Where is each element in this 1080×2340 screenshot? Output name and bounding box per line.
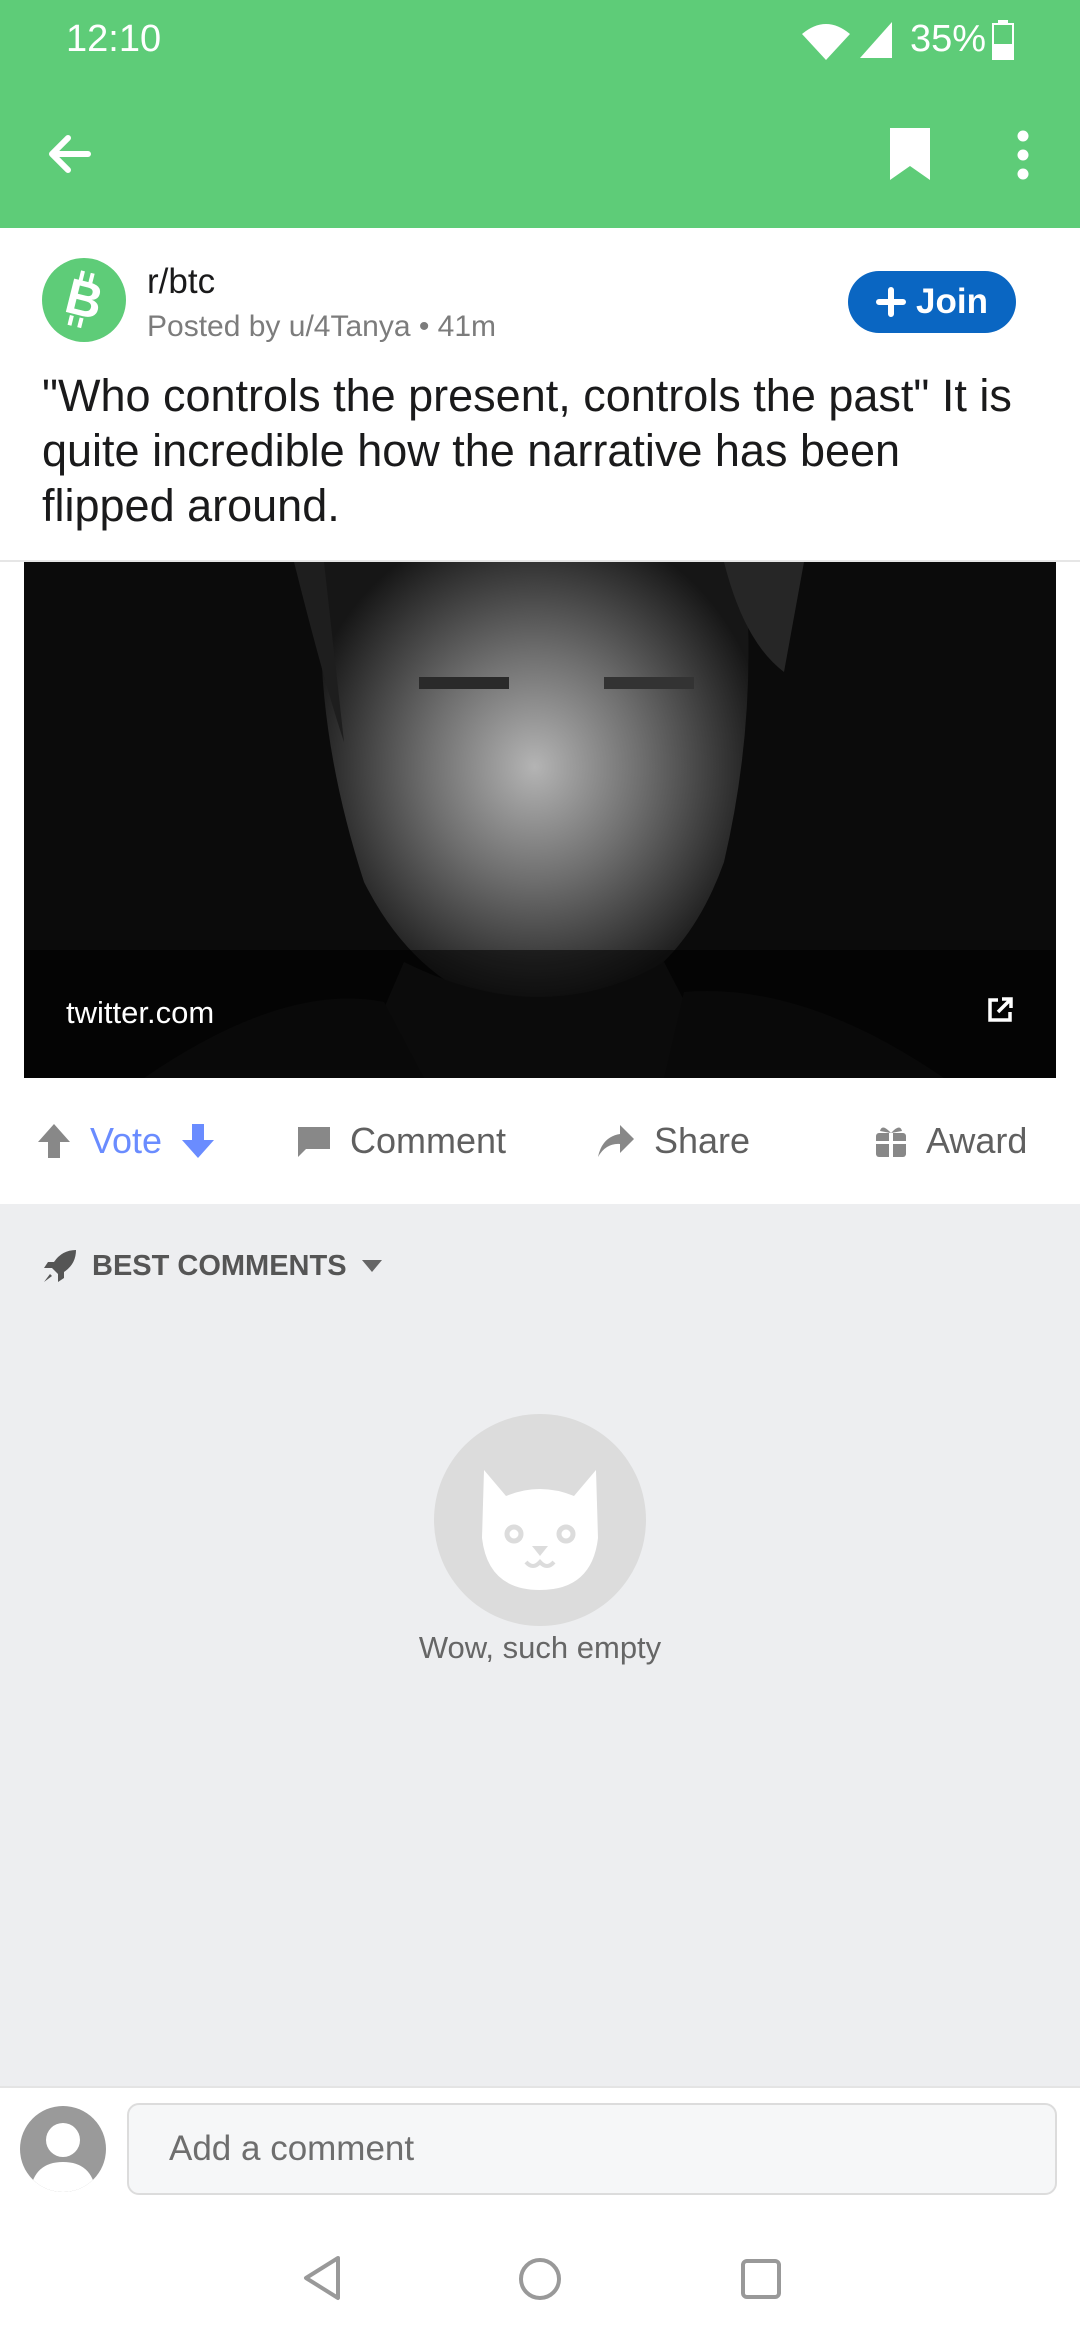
share-button[interactable]: Share xyxy=(596,1120,750,1162)
post-meta: Posted by u/4Tanya • 41m xyxy=(147,310,497,343)
wifi-icon xyxy=(802,24,850,60)
nav-home-icon[interactable] xyxy=(517,2256,563,2302)
vote-control: Vote xyxy=(36,1120,216,1162)
nav-recents-icon[interactable] xyxy=(740,2258,782,2300)
link-domain[interactable]: twitter.com xyxy=(66,995,214,1031)
subreddit-name[interactable]: r/btc xyxy=(147,262,215,302)
status-time: 12:10 xyxy=(66,18,162,60)
system-nav-bar xyxy=(0,2226,1080,2340)
join-button[interactable]: Join xyxy=(848,271,1016,333)
nav-back-icon[interactable] xyxy=(300,2254,344,2302)
user-avatar[interactable] xyxy=(20,2106,106,2192)
award-button[interactable]: Award xyxy=(874,1120,1027,1162)
subreddit-icon[interactable]: B xyxy=(42,258,126,342)
comment-sort-dropdown[interactable]: BEST COMMENTS xyxy=(42,1248,383,1284)
sort-label: BEST COMMENTS xyxy=(92,1249,347,1282)
award-label: Award xyxy=(926,1120,1028,1161)
signal-icon xyxy=(860,22,892,58)
plus-icon xyxy=(876,287,907,317)
upvote-icon[interactable] xyxy=(36,1122,72,1160)
join-label: Join xyxy=(916,282,988,321)
add-comment-input[interactable] xyxy=(127,2103,1057,2195)
more-vert-icon[interactable] xyxy=(1016,130,1030,180)
comment-label: Comment xyxy=(350,1120,507,1161)
back-arrow-icon[interactable] xyxy=(46,130,94,178)
share-label: Share xyxy=(654,1120,751,1161)
rocket-icon xyxy=(44,1250,76,1282)
app-bar xyxy=(0,80,1080,228)
svg-text:B: B xyxy=(60,267,109,330)
status-bar: 12:10 35% xyxy=(0,0,1080,80)
avatar-icon xyxy=(30,2123,96,2192)
vote-label: Vote xyxy=(90,1120,163,1161)
comment-button[interactable]: Comment xyxy=(296,1120,506,1162)
empty-state-text: Wow, such empty xyxy=(418,1630,662,1665)
bookmark-icon[interactable] xyxy=(888,126,932,182)
share-icon xyxy=(598,1125,634,1157)
empty-state-illustration xyxy=(434,1414,646,1626)
bitcoin-icon: B xyxy=(60,267,109,330)
cat-icon xyxy=(482,1470,598,1590)
battery-percent: 35% xyxy=(910,18,987,60)
gift-icon xyxy=(876,1127,906,1157)
downvote-icon[interactable] xyxy=(180,1122,216,1160)
caret-down-icon xyxy=(361,1260,382,1272)
comment-icon xyxy=(298,1127,330,1157)
battery-icon xyxy=(992,20,1014,60)
post-title[interactable]: "Who controls the present, controls the … xyxy=(42,368,1042,533)
external-link-icon[interactable] xyxy=(986,996,1014,1024)
